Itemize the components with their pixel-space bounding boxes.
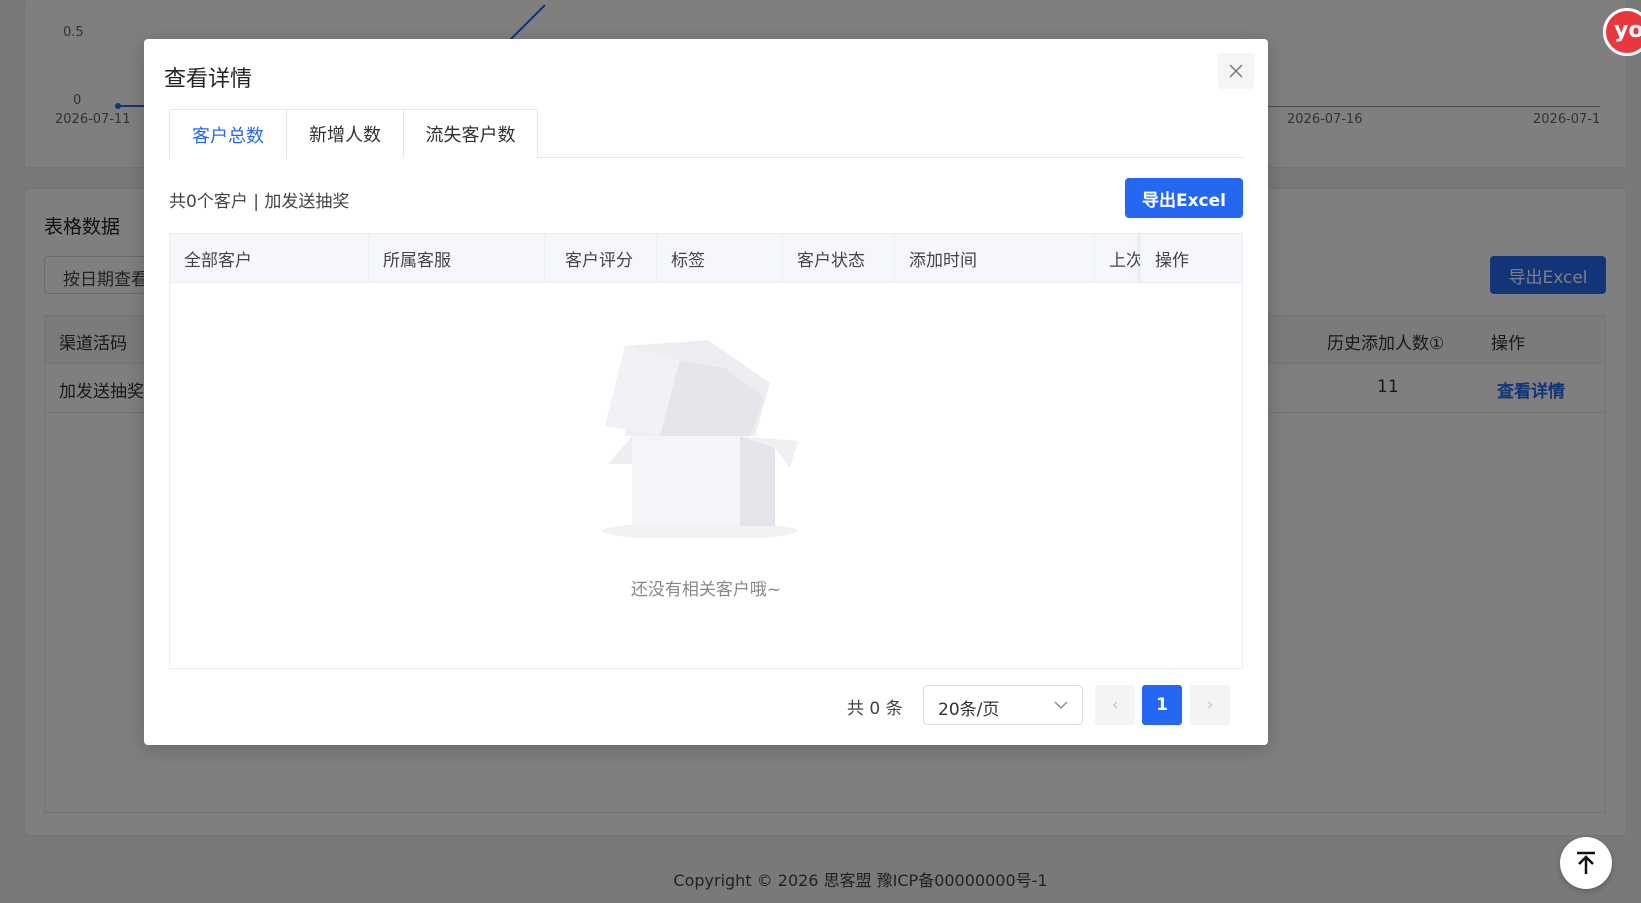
th-service: 所属客服	[369, 234, 545, 282]
th-last: 上次	[1109, 250, 1140, 271]
customer-summary: 共0个客户 | 加发送抽奖	[169, 192, 350, 212]
tab-lost-customers[interactable]: 流失客户数	[403, 109, 538, 158]
th-action: 操作	[1140, 234, 1242, 282]
tab-new-customers[interactable]: 新增人数	[286, 109, 404, 158]
chevron-down-icon	[1054, 701, 1068, 709]
export-excel-button[interactable]: 导出Excel	[1125, 178, 1243, 218]
tab-total-customers[interactable]: 客户总数	[169, 109, 287, 159]
empty-state: 还没有相关客户哦~	[170, 283, 1242, 668]
customer-table: 全部客户 所属客服 客户评分 标签 客户状态 添加时间 上次 操作 还没有相关客…	[169, 233, 1243, 669]
th-added-time: 添加时间	[895, 234, 1095, 282]
close-button[interactable]	[1218, 53, 1254, 89]
th-rating: 客户评分	[545, 234, 657, 282]
page-size-value: 20条/页	[938, 700, 1000, 720]
arrow-up-icon	[1577, 851, 1595, 874]
tab-bar: 客户总数 新增人数 流失客户数	[169, 109, 1243, 159]
pagination-total: 共 0 条	[847, 699, 903, 719]
prev-page-button[interactable]: ‹	[1095, 685, 1135, 725]
modal-title: 查看详情	[164, 67, 253, 92]
next-page-button[interactable]: ›	[1190, 685, 1230, 725]
empty-box-icon	[602, 340, 798, 538]
th-status: 客户状态	[783, 234, 895, 282]
th-all-customers: 全部客户	[170, 234, 369, 282]
table-header: 全部客户 所属客服 客户评分 标签 客户状态 添加时间 上次 操作	[170, 234, 1242, 283]
close-icon	[1229, 64, 1243, 78]
page-size-select[interactable]: 20条/页	[923, 685, 1083, 725]
back-to-top-button[interactable]	[1560, 837, 1612, 889]
page-1-button[interactable]: 1	[1142, 685, 1182, 725]
empty-message: 还没有相关客户哦~	[630, 580, 782, 600]
details-modal: 查看详情 客户总数 新增人数 流失客户数 共0个客户 | 加发送抽奖 导出Exc…	[144, 39, 1268, 745]
th-tags: 标签	[657, 234, 783, 282]
